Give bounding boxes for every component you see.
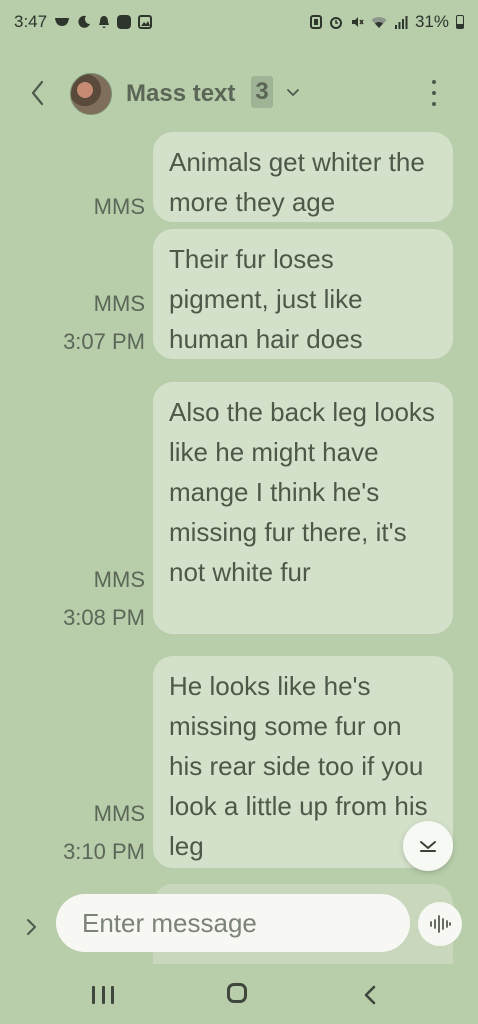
participants-dropdown-button[interactable] xyxy=(286,86,300,98)
message-meta: MMS 3:07 PM xyxy=(63,285,145,361)
message-meta: MMS xyxy=(94,188,145,226)
message-meta: MMS 3:08 PM xyxy=(63,561,145,637)
message-bubble[interactable]: Also the back leg looks like he might ha… xyxy=(153,382,453,634)
more-options-button[interactable] xyxy=(424,80,444,106)
notification-bell-icon xyxy=(98,15,110,29)
message-text: He looks like he's missing some fur on h… xyxy=(169,671,428,861)
message-type: MMS xyxy=(93,801,145,826)
status-bar: 3:47 31% xyxy=(0,0,478,44)
message-type: MMS xyxy=(93,291,145,316)
message-meta: MMS 3:10 PM xyxy=(63,795,145,871)
chevron-left-icon xyxy=(31,80,44,106)
voice-waveform-icon xyxy=(430,915,451,933)
back-button[interactable] xyxy=(24,76,52,110)
message-time: 3:07 PM xyxy=(63,329,145,354)
recents-button[interactable] xyxy=(92,986,114,1004)
message-composer xyxy=(56,894,444,952)
app-notification-icon xyxy=(117,15,132,29)
status-left: 3:47 xyxy=(14,12,153,32)
chevron-down-icon xyxy=(420,841,436,852)
chevron-down-icon xyxy=(287,89,299,96)
nfc-icon xyxy=(309,15,322,29)
alarm-icon xyxy=(329,15,343,29)
chevron-left-icon xyxy=(364,985,376,1005)
message-text: Their fur loses pigment, just like human… xyxy=(169,244,363,354)
message-type: MMS xyxy=(93,567,145,592)
gallery-icon xyxy=(138,15,153,29)
participant-count-badge[interactable]: 3 xyxy=(251,76,273,108)
chevron-right-icon xyxy=(27,919,36,935)
system-navigation-bar xyxy=(0,964,478,1024)
status-time: 3:47 xyxy=(14,12,48,31)
wifi-icon xyxy=(371,16,387,29)
avatar[interactable] xyxy=(70,73,112,115)
message-time: 3:08 PM xyxy=(63,605,145,630)
battery-icon xyxy=(456,15,464,29)
status-right: 31% xyxy=(309,12,464,32)
conversation-title[interactable]: Mass text xyxy=(126,80,235,108)
message-time: 3:10 PM xyxy=(63,839,145,864)
system-back-button[interactable] xyxy=(362,984,378,1006)
bowl-icon xyxy=(54,17,70,27)
message-input[interactable] xyxy=(80,906,419,940)
message-text: Also the back leg looks like he might ha… xyxy=(169,397,435,587)
more-vertical-icon xyxy=(432,80,436,84)
expand-attachments-button[interactable] xyxy=(24,916,40,938)
moon-icon xyxy=(77,15,91,29)
signal-icon xyxy=(394,15,408,29)
message-bubble[interactable]: Their fur loses pigment, just like human… xyxy=(153,229,453,359)
scroll-to-bottom-button[interactable] xyxy=(403,821,453,871)
message-text: Animals get whiter the more they age xyxy=(169,147,425,217)
battery-percent: 31% xyxy=(414,12,449,31)
home-button[interactable] xyxy=(227,983,247,1003)
voice-record-button[interactable] xyxy=(418,902,462,946)
message-type: MMS xyxy=(93,194,145,219)
message-bubble[interactable]: Animals get whiter the more they age xyxy=(153,132,453,222)
mute-icon xyxy=(350,15,364,29)
conversation-header: Mass text 3 xyxy=(0,64,478,122)
